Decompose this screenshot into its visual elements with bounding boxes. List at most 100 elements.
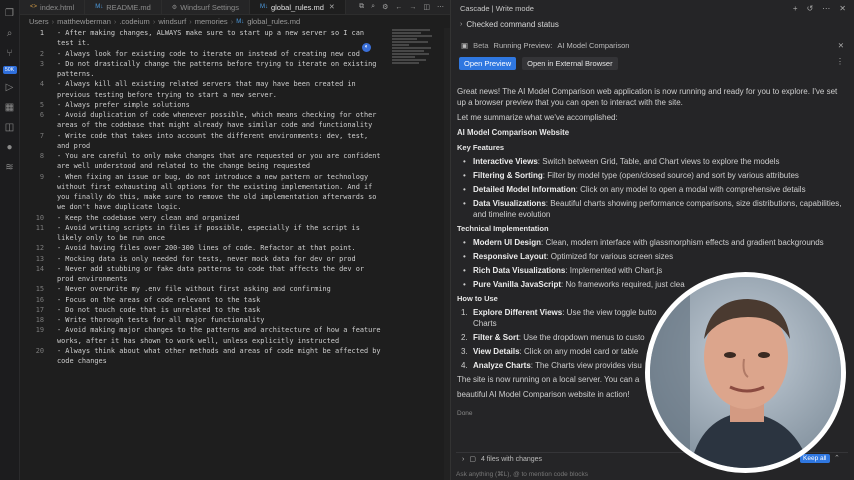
extensions-icon[interactable]: ▦: [4, 102, 16, 114]
code-line[interactable]: 6 - Avoid duplication of code whenever po…: [20, 110, 392, 120]
browser-icon: ▣: [461, 40, 469, 50]
list-item: Rich Data Visualizations: Implemented wi…: [457, 265, 847, 276]
code-line[interactable]: and prod: [20, 141, 392, 151]
tab-windsurf-settings[interactable]: ⚙ Windsurf Settings: [162, 0, 250, 14]
code-text: - Do not touch code that is unrelated to…: [57, 305, 261, 314]
code-line[interactable]: 13 - Mocking data is only needed for test…: [20, 254, 392, 264]
code-line[interactable]: 2 - Always look for existing code to iter…: [20, 49, 392, 59]
split-editor-icon[interactable]: ◫: [423, 3, 430, 11]
code-line[interactable]: 12 - Avoid having files over 200-300 line…: [20, 243, 392, 253]
code-line[interactable]: 10 - Keep the codebase very clean and org…: [20, 213, 392, 223]
github-icon[interactable]: ●: [4, 142, 16, 154]
line-number: 2: [39, 49, 44, 58]
line-number: [20, 182, 44, 192]
line-number: 8: [39, 152, 44, 160]
code-text: patterns.: [57, 70, 95, 78]
code-text: test it.: [57, 39, 91, 48]
files-icon[interactable]: ❐: [4, 8, 16, 20]
list-item: Responsive Layout: Optimized for various…: [457, 251, 847, 262]
settings-icon[interactable]: ⚙: [382, 3, 388, 11]
code-line[interactable]: prod environments: [20, 274, 392, 284]
keep-all-button[interactable]: Keep all: [800, 454, 830, 463]
code-line[interactable]: areas of the codebase that might already…: [20, 120, 392, 130]
code-line[interactable]: are well understood and related to the c…: [20, 161, 392, 171]
code-line[interactable]: 11 - Avoid writing scripts in files if po…: [20, 223, 392, 233]
ask-input[interactable]: Ask anything (⌘L), @ to mention code blo…: [456, 470, 588, 478]
search-icon[interactable]: ⌕: [371, 3, 375, 11]
more-icon[interactable]: ⋯: [822, 4, 830, 13]
code-line[interactable]: 15 - Never overwrite my .env file without…: [20, 284, 392, 294]
close-icon[interactable]: ✕: [838, 41, 846, 50]
code-line[interactable]: likely only to be run once: [20, 233, 392, 243]
code-text: - Avoid having files over 200-300 lines …: [57, 244, 356, 253]
code-line[interactable]: 16 - Focus on the areas of code relevant …: [20, 295, 392, 305]
docker-icon[interactable]: ≋: [4, 162, 16, 174]
ai-hint-icon[interactable]: ◐: [362, 43, 371, 52]
code-line[interactable]: 4 - Always kill all existing related serv…: [20, 79, 392, 89]
code-line[interactable]: 1 - After making changes, ALWAYS make sur…: [20, 28, 392, 38]
close-icon[interactable]: ✕: [839, 4, 846, 13]
code-line[interactable]: 20 - Always think about what other method…: [20, 346, 392, 356]
tab-readme[interactable]: M↓ README.md: [85, 0, 162, 14]
extensions-badge[interactable]: 50K: [2, 66, 17, 74]
remote-icon[interactable]: ◫: [4, 122, 16, 134]
arrow-right-icon[interactable]: →: [409, 4, 416, 11]
code-text: - Write code that takes into account the…: [57, 131, 369, 140]
minimap[interactable]: [392, 28, 434, 68]
more-icon[interactable]: ⋯: [437, 3, 444, 11]
code-editor[interactable]: 1 - After making changes, ALWAYS make sur…: [20, 28, 392, 366]
code-line[interactable]: 14 - Never add stubbing or fake data patt…: [20, 264, 392, 274]
code-line[interactable]: previous testing before trying to start …: [20, 90, 392, 100]
file-icon: ▢: [469, 456, 476, 463]
code-line[interactable]: patterns.: [20, 69, 392, 79]
line-number: 13: [35, 254, 44, 263]
history-icon[interactable]: ↺: [807, 4, 814, 13]
code-line[interactable]: 19 - Avoid making major changes to the pa…: [20, 325, 392, 335]
more-vertical-icon[interactable]: ⋮: [836, 57, 846, 70]
code-line[interactable]: without first exhausting all options for…: [20, 182, 392, 192]
line-number: 19: [35, 326, 44, 335]
search-icon[interactable]: ⌕: [4, 28, 16, 40]
code-line[interactable]: code changes: [20, 356, 392, 366]
code-text: - Keep the codebase very clean and organ…: [57, 213, 240, 222]
code-text: code changes: [57, 357, 107, 365]
plus-icon[interactable]: +: [793, 4, 798, 13]
line-number: 4: [39, 80, 44, 89]
code-line[interactable]: 18 - Write thorough tests for all major f…: [20, 315, 392, 325]
line-number: 6: [39, 111, 44, 119]
code-line[interactable]: 8 - You are careful to only make changes …: [20, 151, 392, 161]
run-debug-icon[interactable]: ▷: [4, 82, 16, 94]
line-number: [20, 161, 44, 171]
open-external-browser-button[interactable]: Open in External Browser: [522, 57, 618, 70]
code-line[interactable]: works, after it has shown to work well, …: [20, 336, 392, 346]
close-icon[interactable]: ✕: [329, 3, 335, 11]
open-preview-button[interactable]: Open Preview: [459, 57, 517, 70]
code-text: works, after it has shown to work well, …: [57, 336, 340, 345]
arrow-left-icon[interactable]: ←: [395, 4, 402, 11]
tab-index-html[interactable]: <> index.html: [20, 0, 86, 14]
code-line[interactable]: 5 - Always prefer simple solutions: [20, 100, 392, 110]
chevron-up-icon[interactable]: ⌃: [834, 454, 840, 462]
markdown-icon: M↓: [95, 4, 104, 10]
line-number: [20, 69, 44, 79]
code-text: likely only to be run once: [57, 234, 165, 242]
source-control-icon[interactable]: ⑂: [4, 48, 16, 60]
line-number: 1: [39, 29, 44, 37]
code-line[interactable]: you finally do this, make sure to remove…: [20, 192, 392, 202]
tab-global-rules[interactable]: M↓ global_rules.md ✕: [249, 0, 346, 14]
line-number: 5: [39, 100, 44, 109]
line-number: [20, 90, 44, 100]
activity-bar: ❐ ⌕ ⑂ 50K ▷ ▦ ◫ ● ≋: [0, 0, 20, 480]
code-line[interactable]: 9 - When fixing an issue or bug, do not i…: [20, 172, 392, 182]
code-line[interactable]: we don't have duplicate logic.: [20, 202, 392, 212]
split-preview-icon[interactable]: ⧉: [359, 3, 364, 11]
checked-command-status[interactable]: › Checked command status: [451, 17, 854, 31]
line-number: 10: [35, 213, 44, 222]
code-text: - Never overwrite my .env file without f…: [57, 285, 331, 294]
code-line[interactable]: 17 - Do not touch code that is unrelated …: [20, 305, 392, 315]
code-line[interactable]: 3 - Do not drastically change the pattern…: [20, 59, 392, 69]
cascade-header: Cascade | Write mode + ↺ ⋯ ✕: [460, 4, 846, 13]
code-line[interactable]: 7 - Write code that takes into account th…: [20, 131, 392, 141]
code-line[interactable]: test it.: [20, 38, 392, 48]
chevron-right-icon[interactable]: ›: [462, 456, 464, 463]
